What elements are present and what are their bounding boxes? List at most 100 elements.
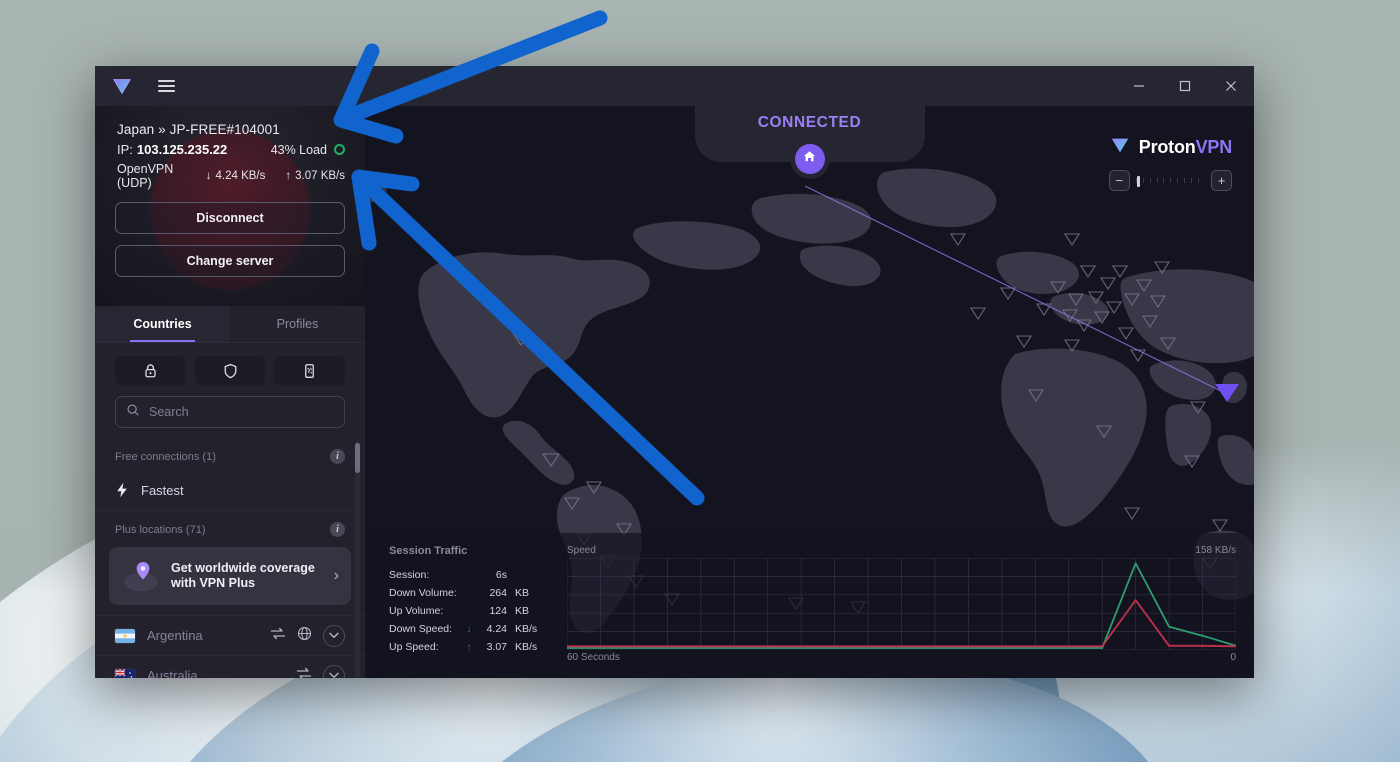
zoom-tick <box>1142 178 1150 183</box>
stat-unit: KB/s <box>515 623 538 635</box>
protocol-row: OpenVPN (UDP) ↓ 4.24 KB/s ↑ 3.07 KB/s <box>117 162 345 190</box>
argentina-flag <box>115 628 135 643</box>
expand-chevron-icon[interactable] <box>323 624 345 647</box>
group-header-free: Free connections (1) i <box>95 440 365 470</box>
server-load-text: 43% Load <box>270 142 327 157</box>
zoom-tick <box>1149 178 1157 183</box>
upload-speed: ↑ 3.07 KB/s <box>285 170 345 182</box>
download-speed: ↓ 4.24 KB/s <box>206 170 266 182</box>
session-traffic-title: Session Traffic <box>389 545 468 557</box>
stat-unit: KB/s <box>515 641 538 653</box>
tab-profiles[interactable]: Profiles <box>230 306 365 342</box>
zoom-out-button[interactable]: − <box>1108 170 1130 191</box>
netshield-shield-icon[interactable] <box>194 356 266 386</box>
home-location-marker[interactable] <box>794 144 825 174</box>
speed-chart: Speed 158 KB/s 60 Seconds 0 <box>567 545 1236 670</box>
stat-label: Down Volume: <box>389 587 457 599</box>
change-server-button[interactable]: Change server <box>115 245 345 277</box>
country-name: Argentina <box>147 628 203 643</box>
search-box[interactable] <box>115 396 345 428</box>
upload-speed-value: 3.07 KB/s <box>295 170 345 182</box>
zoom-tick <box>1170 178 1177 183</box>
vpn-plus-upsell-card[interactable]: Get worldwide coverage with VPN Plus › <box>109 547 351 605</box>
stat-label: Session: <box>389 569 430 581</box>
stat-row-up-speed: Up Speed: ↑ 3.07 KB/s <box>389 638 549 656</box>
p2p-swap-icon[interactable] <box>270 627 286 645</box>
map-pin-icon <box>121 556 165 596</box>
maximize-button[interactable] <box>1162 66 1208 106</box>
ip-row: IP: 103.125.235.22 43% Load <box>117 142 345 157</box>
window-titlebar <box>95 66 1254 106</box>
ip-value: 103.125.235.22 <box>136 142 228 157</box>
zoom-slider-track[interactable] <box>1135 175 1205 187</box>
zoom-in-button[interactable]: + <box>1211 170 1232 191</box>
chart-xaxis-label: 60 Seconds <box>567 652 620 663</box>
chart-top-labels: Speed 158 KB/s <box>567 545 1236 556</box>
p2p-swap-icon[interactable] <box>296 667 312 678</box>
protonvpn-logo-icon <box>109 73 135 99</box>
stat-label: Up Volume: <box>389 605 444 617</box>
brand-row: ProtonVPN <box>1109 134 1232 161</box>
stat-value: 6s <box>495 569 507 581</box>
connection-status-card: Japan » JP-FREE#104001 IP: 103.125.235.2… <box>95 106 365 306</box>
app-body: Japan » JP-FREE#104001 IP: 103.125.235.2… <box>95 106 1254 678</box>
country-list: Free connections (1) i Fastest Plus loca… <box>95 440 365 678</box>
tor-onion-icon[interactable] <box>274 356 346 386</box>
list-item-fastest[interactable]: Fastest <box>95 470 365 510</box>
chart-ymin-label: 0 <box>1230 652 1236 663</box>
upload-arrow-icon: ↑ <box>285 170 292 182</box>
disconnect-button[interactable]: Disconnect <box>115 202 345 234</box>
info-icon-free[interactable]: i <box>330 449 345 464</box>
zoom-tick <box>1156 178 1164 183</box>
minimize-button[interactable] <box>1116 66 1162 106</box>
stat-value: 124 <box>489 605 507 617</box>
zoom-tick <box>1191 178 1198 183</box>
brand-name: ProtonVPN <box>1139 137 1232 158</box>
sidebar-scrollbar-thumb[interactable] <box>355 443 360 473</box>
server-load-ring-icon <box>334 144 345 155</box>
stat-row-session: Session: 6s <box>389 566 549 584</box>
ip-label: IP: <box>117 142 133 157</box>
upload-arrow-icon: ↑ <box>466 641 472 653</box>
country-row-icons <box>296 664 345 678</box>
chart-svg <box>567 558 1236 650</box>
hamburger-menu-icon[interactable] <box>151 71 181 101</box>
zoom-slider-handle[interactable] <box>1136 175 1140 187</box>
stat-label: Down Speed: <box>389 623 453 635</box>
close-button[interactable] <box>1208 66 1254 106</box>
sidebar-tabs: Countries Profiles <box>95 306 365 343</box>
world-map-panel[interactable]: CONNECTED ProtonVPN − + Session Traffic … <box>365 106 1254 678</box>
filter-button-group <box>95 343 365 394</box>
stat-label: Up Speed: <box>389 641 439 653</box>
australia-flag <box>115 668 135 678</box>
sidebar: Japan » JP-FREE#104001 IP: 103.125.235.2… <box>95 106 365 678</box>
info-icon-plus[interactable]: i <box>330 522 345 537</box>
upsell-text: Get worldwide coverage with VPN Plus <box>171 561 315 591</box>
group-title-free: Free connections (1) <box>115 450 216 463</box>
search-input[interactable] <box>149 405 334 419</box>
chart-bottom-labels: 60 Seconds 0 <box>567 652 1236 663</box>
table-row[interactable]: Australia <box>95 655 365 678</box>
table-row[interactable]: Argentina <box>95 615 365 655</box>
stat-unit: KB <box>515 605 530 617</box>
expand-chevron-icon[interactable] <box>323 664 345 678</box>
stat-row-up-volume: Up Volume: 124 KB <box>389 602 549 620</box>
map-zoom-controls: − + <box>1108 170 1232 191</box>
session-traffic-stats: Session Traffic Session: 6s Down Volume:… <box>389 545 549 670</box>
connected-status-text: CONNECTED <box>757 114 862 131</box>
chevron-left-icon <box>372 178 380 196</box>
session-traffic-panel: Session Traffic Session: 6s Down Volume:… <box>365 533 1254 678</box>
brand-name-proton: Proton <box>1138 137 1196 157</box>
secure-core-icon[interactable] <box>115 356 186 386</box>
country-name: Australia <box>147 668 198 678</box>
lightning-bolt-icon <box>115 482 129 498</box>
sidebar-scrollbar-track[interactable] <box>355 440 360 678</box>
download-arrow-icon: ↓ <box>466 623 472 635</box>
stat-value: 3.07 <box>486 641 507 653</box>
tor-globe-icon[interactable] <box>297 626 312 646</box>
tab-countries[interactable]: Countries <box>95 306 230 342</box>
chart-ymax-label: 158 KB/s <box>1195 545 1236 556</box>
group-title-plus: Plus locations (71) <box>115 523 206 536</box>
brand-name-vpn: VPN <box>1195 137 1233 157</box>
search-icon <box>126 403 140 422</box>
